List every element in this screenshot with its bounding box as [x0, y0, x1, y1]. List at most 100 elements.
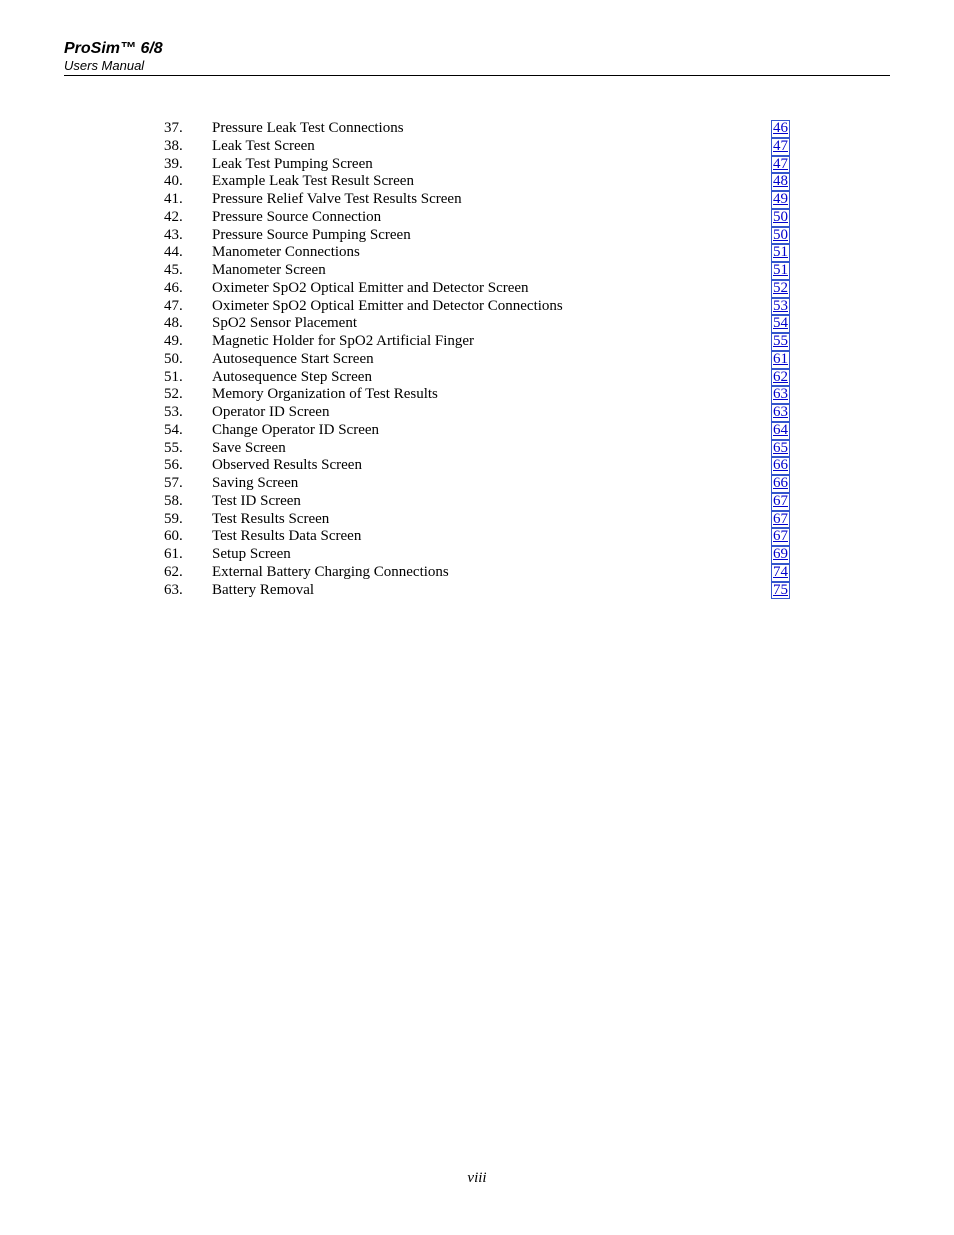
toc-entry-number: 55. — [164, 440, 212, 458]
toc-entry-title: Pressure Source Pumping Screen — [212, 227, 411, 245]
toc-row: 46.Oximeter SpO2 Optical Emitter and Det… — [164, 280, 790, 298]
toc-page-link[interactable]: 53 — [771, 298, 790, 316]
toc-entry-number: 45. — [164, 262, 212, 280]
toc-entry-title: Test Results Data Screen — [212, 528, 361, 546]
toc-page-link[interactable]: 63 — [771, 386, 790, 404]
toc-entry-number: 51. — [164, 369, 212, 387]
toc-page-link[interactable]: 66 — [771, 475, 790, 493]
toc-entry-number: 40. — [164, 173, 212, 191]
toc-row: 41.Pressure Relief Valve Test Results Sc… — [164, 191, 790, 209]
toc-row: 55.Save Screen65 — [164, 440, 790, 458]
toc-entry-title: Autosequence Step Screen — [212, 369, 372, 387]
toc-entry-number: 61. — [164, 546, 212, 564]
toc-entry-page: 50 — [771, 209, 790, 227]
toc-entry-page: 54 — [771, 315, 790, 333]
toc-entry-title: Leak Test Screen — [212, 138, 315, 156]
toc-page-link[interactable]: 61 — [771, 351, 790, 369]
toc-row: 59.Test Results Screen 67 — [164, 511, 790, 529]
toc-entry-page: 66 — [771, 457, 790, 475]
toc-entry-number: 43. — [164, 227, 212, 245]
toc-entry-number: 56. — [164, 457, 212, 475]
toc-entry-number: 57. — [164, 475, 212, 493]
toc-entry-title: Test Results Screen — [212, 511, 329, 529]
toc-entry-page: 55 — [771, 333, 790, 351]
toc-page-link[interactable]: 63 — [771, 404, 790, 422]
page-header: ProSim™ 6/8 Users Manual — [64, 40, 890, 76]
toc-page-link[interactable]: 47 — [771, 156, 790, 174]
toc-page-link[interactable]: 49 — [771, 191, 790, 209]
toc-row: 39.Leak Test Pumping Screen47 — [164, 156, 790, 174]
toc-entry-number: 46. — [164, 280, 212, 298]
toc-entry-page: 51 — [771, 262, 790, 280]
toc-entry-page: 61 — [771, 351, 790, 369]
toc-entry-number: 62. — [164, 564, 212, 582]
toc-row: 44.Manometer Connections 51 — [164, 244, 790, 262]
toc-entry-number: 59. — [164, 511, 212, 529]
toc-row: 40.Example Leak Test Result Screen48 — [164, 173, 790, 191]
toc-page-link[interactable]: 52 — [771, 280, 790, 298]
toc-entry-page: 65 — [771, 440, 790, 458]
toc-row: 50.Autosequence Start Screen 61 — [164, 351, 790, 369]
toc-entry-page: 63 — [771, 386, 790, 404]
toc-entry-number: 49. — [164, 333, 212, 351]
toc-entry-title: Test ID Screen — [212, 493, 301, 511]
toc-row: 58.Test ID Screen67 — [164, 493, 790, 511]
toc-page-link[interactable]: 69 — [771, 546, 790, 564]
table-of-contents: 37.Pressure Leak Test Connections4638.Le… — [64, 120, 890, 599]
toc-entry-title: Oximeter SpO2 Optical Emitter and Detect… — [212, 298, 563, 316]
toc-entry-title: Memory Organization of Test Results — [212, 386, 438, 404]
toc-page-link[interactable]: 48 — [771, 173, 790, 191]
toc-entry-page: 64 — [771, 422, 790, 440]
toc-entry-number: 39. — [164, 156, 212, 174]
toc-entry-number: 63. — [164, 582, 212, 600]
toc-page-link[interactable]: 67 — [771, 493, 790, 511]
toc-row: 45.Manometer Screen51 — [164, 262, 790, 280]
toc-page-link[interactable]: 50 — [771, 209, 790, 227]
toc-page-link[interactable]: 75 — [771, 582, 790, 600]
toc-entry-number: 52. — [164, 386, 212, 404]
toc-page-link[interactable]: 51 — [771, 244, 790, 262]
toc-row: 38.Leak Test Screen 47 — [164, 138, 790, 156]
toc-page-link[interactable]: 74 — [771, 564, 790, 582]
toc-entry-number: 48. — [164, 315, 212, 333]
toc-entry-number: 50. — [164, 351, 212, 369]
toc-entry-title: Oximeter SpO2 Optical Emitter and Detect… — [212, 280, 529, 298]
toc-entry-title: Autosequence Start Screen — [212, 351, 374, 369]
document-page: ProSim™ 6/8 Users Manual 37.Pressure Lea… — [0, 0, 954, 639]
toc-row: 62.External Battery Charging Connections… — [164, 564, 790, 582]
toc-entry-number: 44. — [164, 244, 212, 262]
toc-page-link[interactable]: 67 — [771, 511, 790, 529]
header-title: ProSim™ 6/8 — [64, 40, 890, 58]
toc-page-link[interactable]: 51 — [771, 262, 790, 280]
toc-page-link[interactable]: 67 — [771, 528, 790, 546]
toc-row: 54.Change Operator ID Screen64 — [164, 422, 790, 440]
toc-page-link[interactable]: 66 — [771, 457, 790, 475]
toc-entry-title: Pressure Source Connection — [212, 209, 381, 227]
toc-row: 43.Pressure Source Pumping Screen 50 — [164, 227, 790, 245]
toc-row: 42.Pressure Source Connection 50 — [164, 209, 790, 227]
toc-page-link[interactable]: 62 — [771, 369, 790, 387]
toc-row: 61.Setup Screen69 — [164, 546, 790, 564]
toc-entry-page: 52 — [771, 280, 790, 298]
toc-page-link[interactable]: 64 — [771, 422, 790, 440]
toc-page-link[interactable]: 47 — [771, 138, 790, 156]
toc-row: 57.Saving Screen66 — [164, 475, 790, 493]
toc-page-link[interactable]: 65 — [771, 440, 790, 458]
toc-entry-page: 63 — [771, 404, 790, 422]
toc-row: 47.Oximeter SpO2 Optical Emitter and Det… — [164, 298, 790, 316]
toc-entry-number: 38. — [164, 138, 212, 156]
toc-entry-title: Manometer Connections — [212, 244, 360, 262]
toc-row: 49.Magnetic Holder for SpO2 Artificial F… — [164, 333, 790, 351]
toc-entry-number: 60. — [164, 528, 212, 546]
page-number: viii — [0, 1170, 954, 1187]
toc-page-link[interactable]: 46 — [771, 120, 790, 138]
toc-entry-number: 42. — [164, 209, 212, 227]
toc-entry-page: 47 — [771, 156, 790, 174]
toc-entry-page: 67 — [771, 528, 790, 546]
toc-entry-page: 48 — [771, 173, 790, 191]
header-subtitle: Users Manual — [64, 58, 890, 73]
toc-entry-number: 41. — [164, 191, 212, 209]
toc-page-link[interactable]: 54 — [771, 315, 790, 333]
toc-page-link[interactable]: 50 — [771, 227, 790, 245]
toc-page-link[interactable]: 55 — [771, 333, 790, 351]
